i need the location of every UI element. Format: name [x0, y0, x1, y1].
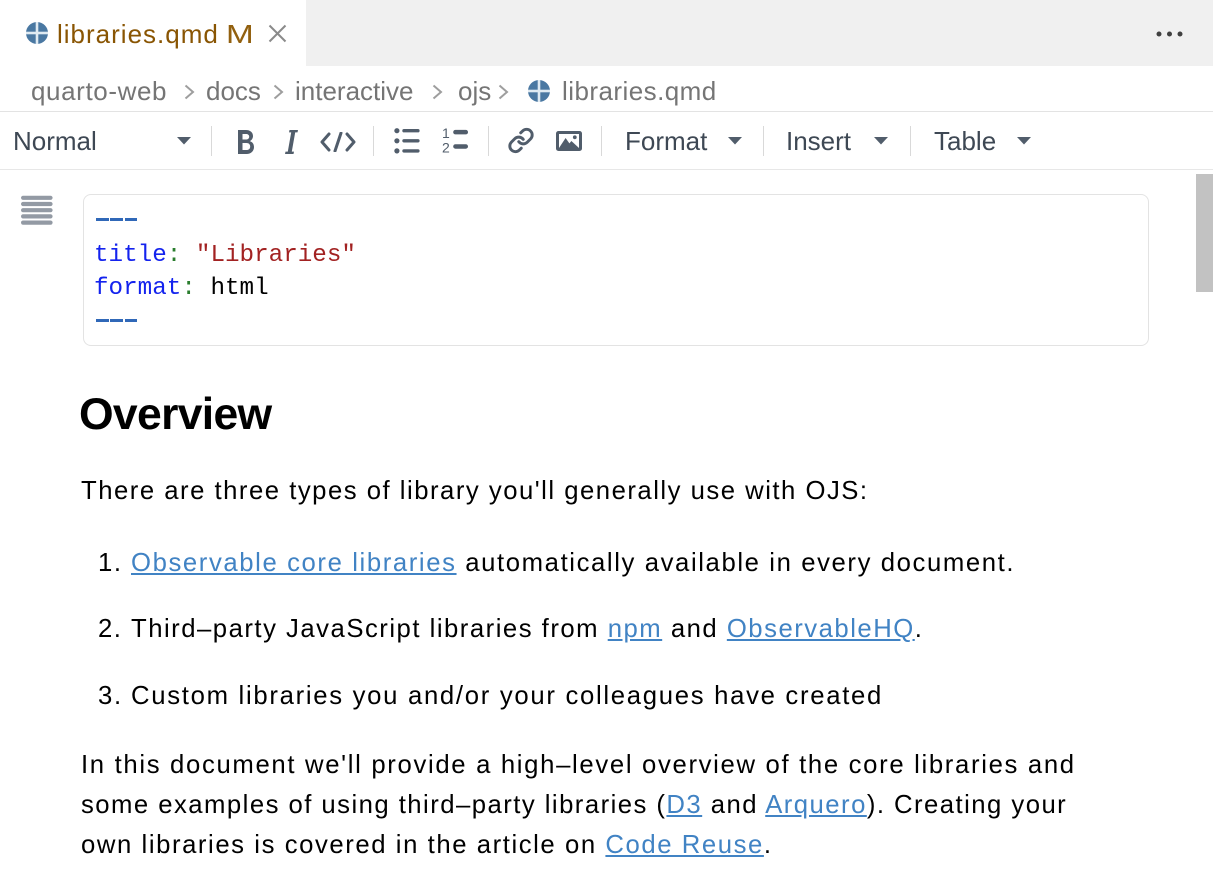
svg-text:2: 2	[442, 140, 450, 156]
